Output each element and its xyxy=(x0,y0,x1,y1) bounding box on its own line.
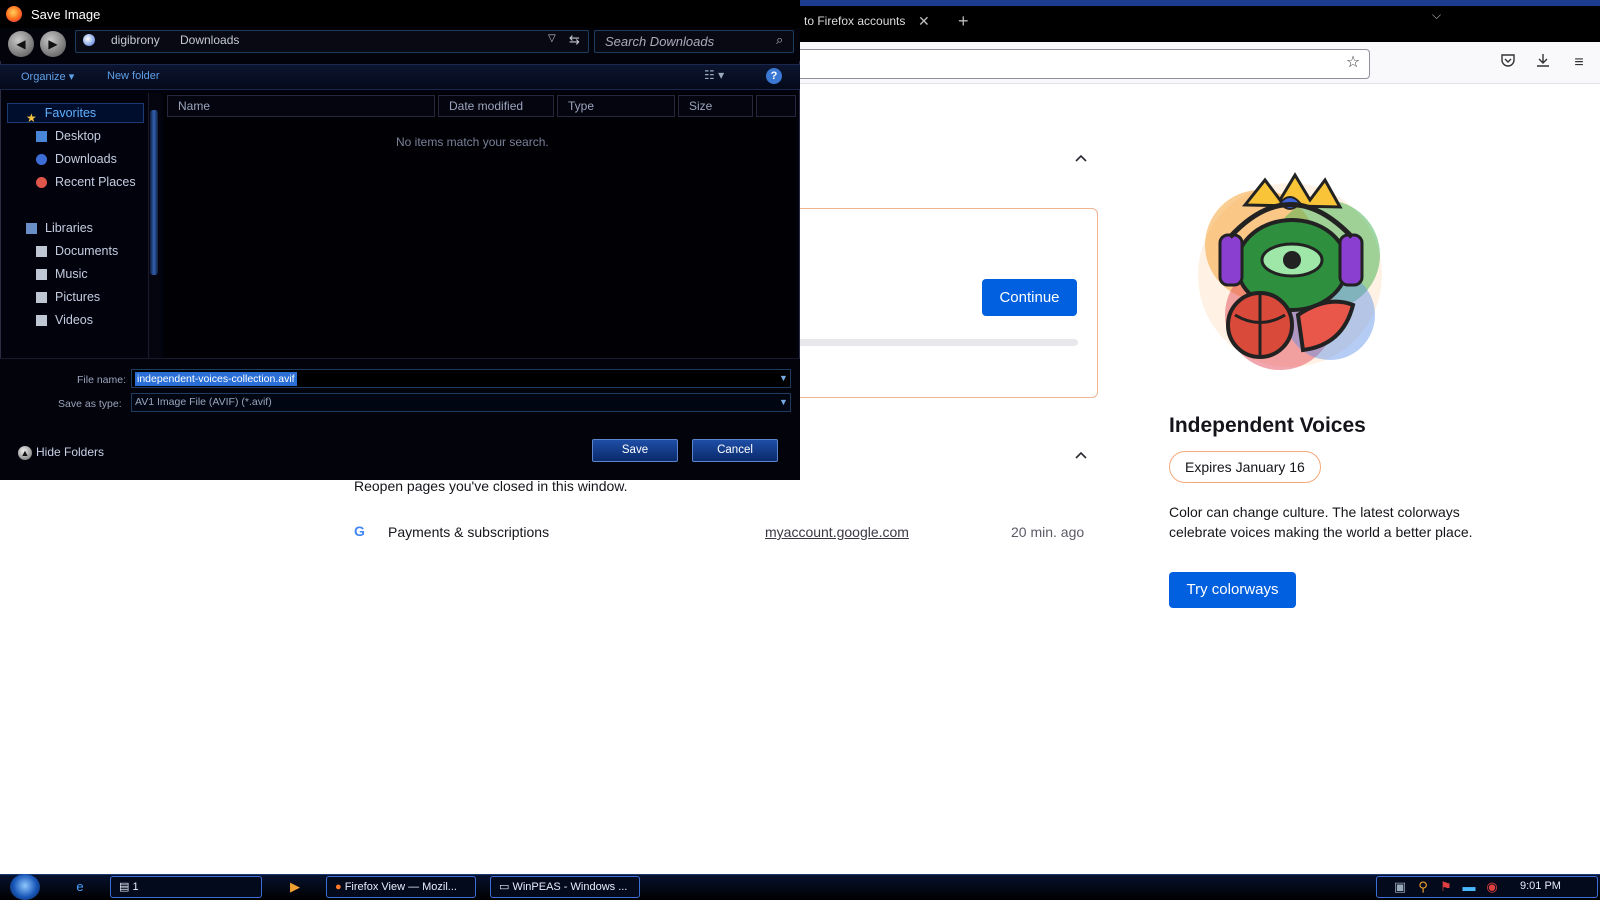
start-button[interactable] xyxy=(10,874,40,900)
desktop-icon xyxy=(36,131,47,143)
collapse-chevron-icon[interactable] xyxy=(1074,447,1088,463)
organize-menu-button[interactable]: Organize ▾ xyxy=(21,70,74,83)
nav-libraries[interactable]: Libraries xyxy=(26,218,93,238)
recent-item-title[interactable]: Payments & subscriptions xyxy=(388,524,549,540)
taskbar-item-explorer[interactable]: ▤ 1 xyxy=(110,876,262,898)
breadcrumb-downloads[interactable]: Downloads xyxy=(180,33,239,47)
recent-places-icon xyxy=(36,177,47,189)
setup-progress-bar xyxy=(790,339,1078,346)
try-colorways-button[interactable]: Try colorways xyxy=(1169,572,1296,608)
file-name-value[interactable]: independent-voices-collection.avif xyxy=(135,372,297,386)
nav-videos[interactable]: Videos xyxy=(36,310,93,330)
column-header-size[interactable]: Size xyxy=(678,95,753,117)
url-bar[interactable] xyxy=(790,49,1370,79)
recent-item-url[interactable]: myaccount.google.com xyxy=(765,524,909,540)
recently-closed-description: Reopen pages you've closed in this windo… xyxy=(354,478,628,494)
column-header-name[interactable]: Name xyxy=(167,95,435,117)
firefox-logo-icon: ● xyxy=(335,881,345,893)
volume-icon[interactable]: ◉ xyxy=(1484,879,1500,895)
file-name-label: File name: xyxy=(77,374,127,386)
music-icon xyxy=(36,269,47,281)
column-header-extra xyxy=(756,95,796,117)
new-tab-button[interactable]: + xyxy=(958,6,969,36)
dialog-title-bar[interactable] xyxy=(0,0,800,28)
forward-arrow-icon[interactable]: ▶ xyxy=(40,31,66,57)
pocket-icon[interactable] xyxy=(1497,52,1519,74)
file-list-pane xyxy=(164,93,796,358)
independent-voices-artwork xyxy=(1198,172,1382,370)
taskbar-clock[interactable]: 9:01 PM xyxy=(1520,880,1561,892)
search-icon[interactable]: ⌕ xyxy=(776,32,783,48)
search-input[interactable]: Search Downloads xyxy=(594,30,794,53)
nav-favorites[interactable]: ★ Favorites xyxy=(26,103,96,126)
star-icon[interactable]: ☆ xyxy=(1342,52,1364,74)
internet-explorer-icon[interactable]: e xyxy=(72,879,88,895)
colorway-title: Independent Voices xyxy=(1169,414,1366,437)
address-dropdown-icon[interactable]: ▽ xyxy=(548,33,556,44)
new-folder-button[interactable]: New folder xyxy=(107,70,160,82)
column-header-date-modified[interactable]: Date modified xyxy=(438,95,554,117)
tab-list-chevron-icon[interactable]: ⌵ xyxy=(1432,8,1441,23)
save-type-select[interactable]: AV1 Image File (AVIF) (*.avif) xyxy=(131,393,791,412)
change-view-icon[interactable]: ☷ ▾ xyxy=(704,68,724,82)
pictures-icon xyxy=(36,292,47,304)
hide-folders-button[interactable]: ▲ Hide Folders xyxy=(18,445,104,460)
nav-recent-places[interactable]: Recent Places xyxy=(36,172,136,192)
media-player-icon[interactable]: ▶ xyxy=(287,879,303,895)
download-icon[interactable] xyxy=(1532,52,1554,74)
documents-icon xyxy=(36,246,47,258)
star-icon: ★ xyxy=(26,111,37,126)
help-icon[interactable]: ? xyxy=(766,68,782,84)
taskbar-item-firefox[interactable]: ● Firefox View — Mozil... xyxy=(326,876,476,898)
nav-desktop[interactable]: Desktop xyxy=(36,126,101,146)
save-button[interactable]: Save xyxy=(592,439,678,462)
colorway-description: Color can change culture. The latest col… xyxy=(1169,504,1473,540)
nav-scrollbar-thumb[interactable] xyxy=(150,110,158,275)
taskbar-item-winpeas[interactable]: ▭ WinPEAS - Windows ... xyxy=(490,876,640,898)
videos-icon xyxy=(36,315,47,327)
cancel-button[interactable]: Cancel xyxy=(692,439,778,462)
save-type-label: Save as type: xyxy=(58,398,122,410)
back-arrow-icon[interactable]: ◀ xyxy=(8,31,34,57)
network-icon[interactable]: ▣ xyxy=(1392,879,1408,895)
save-type-dropdown-icon[interactable]: ▼ xyxy=(779,397,788,407)
recent-item-time: 20 min. ago xyxy=(1011,524,1085,540)
nav-music[interactable]: Music xyxy=(36,264,88,284)
hamburger-menu-icon[interactable]: ≡ xyxy=(1568,52,1590,74)
column-header-type[interactable]: Type xyxy=(557,95,675,117)
search-tray-icon[interactable]: ⚲ xyxy=(1415,879,1431,895)
empty-results-message: No items match your search. xyxy=(396,135,549,149)
dialog-title: Save Image xyxy=(31,7,101,22)
nav-downloads[interactable]: Downloads xyxy=(36,149,117,169)
continue-button[interactable]: Continue xyxy=(982,279,1077,316)
tab-close-icon[interactable]: ✕ xyxy=(918,6,930,36)
folder-icon: ▤ xyxy=(119,881,133,893)
nav-documents[interactable]: Documents xyxy=(36,241,118,261)
folder-location-icon xyxy=(83,34,95,46)
downloads-folder-icon xyxy=(36,154,47,166)
file-name-dropdown-icon[interactable]: ▼ xyxy=(779,373,788,383)
libraries-icon xyxy=(26,223,37,235)
refresh-icon[interactable]: ⇆ xyxy=(569,32,580,48)
collapse-chevron-icon[interactable] xyxy=(1074,150,1088,166)
nav-pictures[interactable]: Pictures xyxy=(36,287,100,307)
breadcrumb-digibrony[interactable]: digibrony xyxy=(111,33,160,47)
google-favicon-icon: G xyxy=(354,523,365,539)
chevron-up-icon: ▲ xyxy=(18,445,32,460)
colorway-expiry-badge: Expires January 16 xyxy=(1169,451,1321,483)
flag-icon[interactable]: ⚑ xyxy=(1438,879,1454,895)
terminal-icon: ▭ xyxy=(499,881,513,893)
firefox-logo-icon xyxy=(6,6,22,22)
display-icon[interactable]: ▬ xyxy=(1461,879,1477,895)
